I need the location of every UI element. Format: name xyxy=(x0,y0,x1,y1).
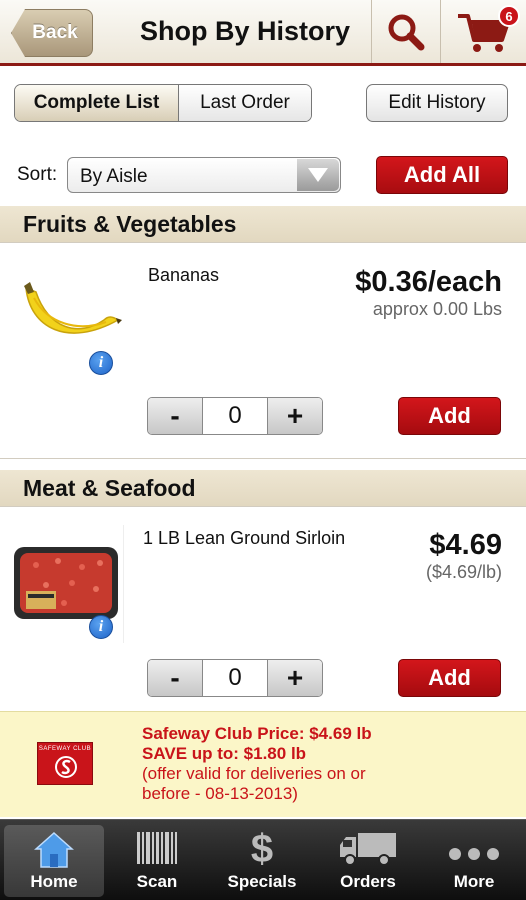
item-unit-price: ($4.69/lb) xyxy=(425,562,502,582)
add-to-cart-button[interactable]: Add xyxy=(398,659,501,697)
logo-text: SAFEWAY CLUB xyxy=(38,746,92,752)
promo-text: Safeway Club Price: $4.69 lb SAVE up to:… xyxy=(142,724,372,804)
cart-count-badge: 6 xyxy=(498,5,520,27)
decrement-button[interactable]: - xyxy=(148,660,202,696)
tab-orders-label: Orders xyxy=(340,872,396,891)
history-segmented-control: Complete List Last Order xyxy=(14,84,312,122)
quantity-stepper: - 0 + xyxy=(147,659,323,697)
item-price: $4.69 xyxy=(429,529,502,561)
search-button[interactable] xyxy=(372,0,440,63)
club-price-line: Safeway Club Price: $4.69 lb xyxy=(142,724,372,743)
edit-history-button[interactable]: Edit History xyxy=(366,84,508,122)
sort-select[interactable]: By Aisle xyxy=(67,157,341,193)
item-name[interactable]: Bananas xyxy=(148,265,219,286)
add-to-cart-button[interactable]: Add xyxy=(398,397,501,435)
back-button[interactable]: Back xyxy=(11,9,93,57)
item-name[interactable]: 1 LB Lean Ground Sirloin xyxy=(143,528,345,549)
truck-icon xyxy=(340,833,396,866)
tab-specials-label: Specials xyxy=(227,872,297,891)
more-dots-icon xyxy=(449,848,499,860)
section-header-meat-seafood: Meat & Seafood xyxy=(0,470,526,506)
sort-selected-value: By Aisle xyxy=(80,166,148,187)
club-price-promo: SAFEWAY CLUB Safeway Club Price: $4.69 l… xyxy=(0,711,526,817)
page-title: Shop By History xyxy=(139,16,351,46)
tab-specials[interactable]: $ Specials xyxy=(212,825,312,897)
increment-button[interactable]: + xyxy=(268,660,322,696)
quantity-stepper: - 0 + xyxy=(147,397,323,435)
decrement-button[interactable]: - xyxy=(148,398,202,434)
header-bar: Back Shop By History 6 xyxy=(0,0,526,66)
divider xyxy=(0,458,526,459)
increment-button[interactable]: + xyxy=(268,398,322,434)
bottom-tab-bar: Home Scan $ Specials Orders More xyxy=(0,819,526,900)
tab-home[interactable]: Home xyxy=(4,825,104,897)
add-all-button[interactable]: Add All xyxy=(376,156,508,194)
divider xyxy=(0,242,526,243)
complete-list-tab[interactable]: Complete List xyxy=(15,85,179,121)
dollar-icon: $ xyxy=(250,827,274,871)
quantity-field[interactable]: 0 xyxy=(202,660,268,696)
safeway-s-icon xyxy=(55,756,77,778)
offer-validity-date-line: before - 08-13-2013) xyxy=(142,784,298,803)
chevron-down-icon xyxy=(297,159,339,191)
tab-orders[interactable]: Orders xyxy=(318,825,418,897)
item-price: $0.36/each xyxy=(355,266,502,298)
item-weight-estimate: approx 0.00 Lbs xyxy=(372,299,502,319)
info-icon[interactable]: i xyxy=(89,615,113,639)
tab-scan-label: Scan xyxy=(136,872,178,891)
tab-home-label: Home xyxy=(30,872,78,891)
tab-more[interactable]: More xyxy=(424,825,524,897)
sort-label: Sort: xyxy=(17,164,58,185)
savings-line: SAVE up to: $1.80 lb xyxy=(142,744,307,763)
divider xyxy=(0,506,526,507)
search-icon xyxy=(388,14,425,50)
tab-scan[interactable]: Scan xyxy=(107,825,207,897)
barcode-icon xyxy=(137,832,177,864)
cart-button[interactable]: 6 xyxy=(441,0,526,63)
info-icon[interactable]: i xyxy=(89,351,113,375)
last-order-tab[interactable]: Last Order xyxy=(179,85,311,121)
section-header-fruits-vegetables: Fruits & Vegetables xyxy=(0,206,526,242)
tab-more-label: More xyxy=(453,872,495,891)
quantity-field[interactable]: 0 xyxy=(202,398,268,434)
safeway-club-card-logo: SAFEWAY CLUB xyxy=(37,742,93,785)
offer-validity-line: (offer valid for deliveries on or xyxy=(142,764,366,783)
home-icon xyxy=(34,831,74,868)
